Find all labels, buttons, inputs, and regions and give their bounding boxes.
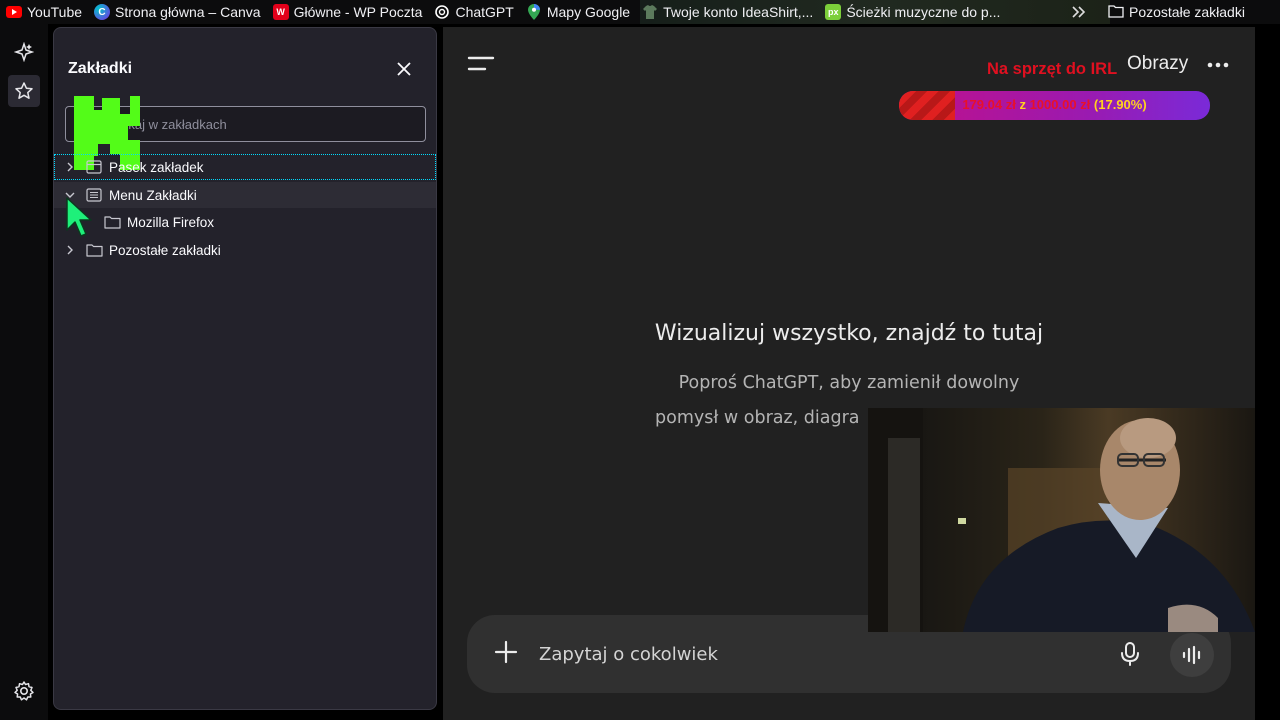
youtube-icon [6, 4, 22, 20]
close-icon[interactable] [392, 57, 416, 81]
px-icon: px [825, 4, 842, 20]
folder-icon [1108, 4, 1124, 21]
tree-item-menu-zakladki[interactable]: Menu Zakładki [54, 182, 436, 208]
bookmark-ideashirt[interactable]: Twoje konto IdeaShirt,... [636, 0, 819, 24]
plus-icon[interactable] [493, 639, 519, 665]
ai-chatbot-icon[interactable] [8, 36, 40, 68]
tree-item-mozilla-firefox[interactable]: Mozilla Firefox [54, 209, 436, 235]
voice-mode-icon[interactable] [1170, 633, 1214, 677]
bookmark-google-maps[interactable]: Mapy Google [520, 0, 636, 24]
donation-percent: (17.90%) [1093, 97, 1147, 112]
toolbar-folder-icon [86, 159, 104, 175]
maps-pin-icon [526, 4, 542, 20]
bookmark-label: Mapy Google [546, 4, 631, 20]
bookmark-label: YouTube [27, 4, 83, 20]
donation-separator: z [1019, 97, 1026, 112]
folder-icon [86, 242, 104, 258]
tree-item-label: Pasek zakładek [109, 159, 204, 175]
tree-item-pasek-zakladek[interactable]: Pasek zakładek [54, 154, 436, 180]
tree-item-label: Pozostałe zakładki [109, 242, 221, 258]
menu-icon[interactable] [467, 53, 495, 75]
bookmark-youtube[interactable]: YouTube [0, 0, 88, 24]
chevron-right-icon[interactable] [62, 159, 78, 175]
tree-item-pozostale-zakladki[interactable]: Pozostałe zakładki [54, 237, 436, 263]
bookmarks-star-icon[interactable] [8, 75, 40, 107]
bookmark-sciezki[interactable]: px Ścieżki muzyczne do p... [819, 0, 1006, 24]
other-bookmarks-button[interactable]: Pozostałe zakładki [1108, 0, 1245, 24]
donation-progress-bar: 179.04 zł z 1000.00 zł (17.90%) [899, 91, 1210, 120]
microphone-icon[interactable] [1119, 641, 1141, 667]
bookmarks-sidebar: Zakładki Pasek zakładek Menu Zakładki Mo… [53, 27, 437, 710]
sidebar-title: Zakładki [68, 60, 133, 77]
tree-item-label: Mozilla Firefox [127, 214, 215, 230]
bookmark-label: Twoje konto IdeaShirt,... [663, 4, 814, 20]
bookmark-label: Główne - WP Poczta [293, 4, 423, 20]
donation-goal-label: Na sprzęt do IRL [987, 60, 1118, 78]
gear-icon[interactable] [13, 680, 35, 702]
tree-item-label: Menu Zakładki [109, 187, 197, 203]
ideashirt-icon [642, 4, 658, 20]
bookmark-canva[interactable]: C Strona główna – Canva [88, 0, 267, 24]
other-bookmarks-label: Pozostałe zakładki [1129, 4, 1245, 20]
images-header-label: Obrazy [1127, 53, 1189, 74]
chevrons-right-icon[interactable] [1070, 0, 1088, 24]
bookmark-label: Ścieżki muzyczne do p... [846, 4, 1001, 20]
canva-icon: C [94, 4, 111, 20]
donation-current: 179.04 zł [962, 97, 1016, 112]
bookmark-label: ChatGPT [455, 4, 514, 20]
webcam-video [868, 408, 1255, 632]
wp-icon: W [272, 4, 289, 20]
more-options-icon[interactable] [1206, 55, 1230, 75]
hero-subtitle-line1: Poproś ChatGPT, aby zamienił dowolny [678, 373, 1020, 393]
folder-icon [104, 214, 122, 230]
bookmark-chatgpt[interactable]: ChatGPT [428, 0, 519, 24]
openai-icon [434, 4, 450, 20]
bookmarks-toolbar: YouTube C Strona główna – Canva W Główne… [0, 0, 1280, 24]
hero-title: Wizualizuj wszystko, znajdź to tutaj [654, 321, 1044, 346]
mouse-cursor-icon [66, 197, 92, 237]
donation-progress-text: 179.04 zł z 1000.00 zł (17.90%) [899, 97, 1210, 112]
chevron-right-icon[interactable] [62, 242, 78, 258]
donation-target: 1000.00 zł [1029, 97, 1091, 112]
bookmark-wp-poczta[interactable]: W Główne - WP Poczta [267, 0, 429, 24]
prompt-input[interactable] [539, 635, 1099, 673]
hero-subtitle-line2: pomysł w obraz, diagra [655, 408, 860, 428]
bookmark-label: Strona główna – Canva [115, 4, 261, 20]
webcam-image [868, 408, 1255, 632]
sidebar-strip [0, 24, 48, 720]
